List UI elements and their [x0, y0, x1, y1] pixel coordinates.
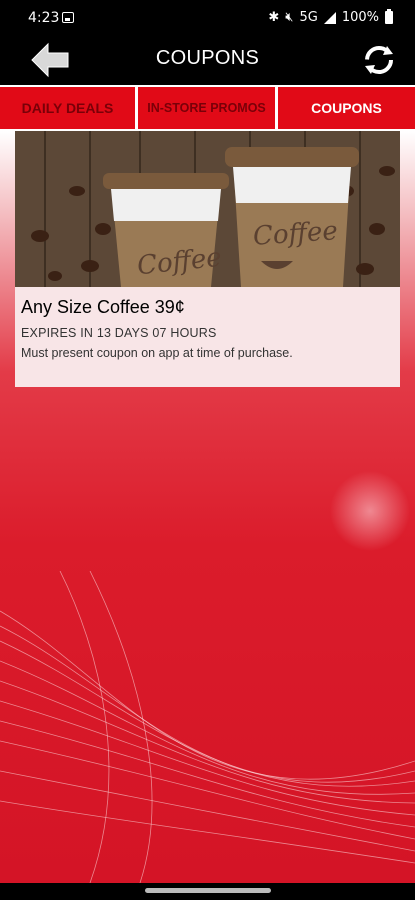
home-indicator[interactable] — [145, 888, 271, 893]
tab-in-store-promos[interactable]: IN-STORE PROMOS — [138, 87, 275, 129]
coupon-image: Coffee Coffee — [15, 131, 400, 287]
content-area: Coffee Coffee Any Size Coffee 39¢ EXPIRE… — [0, 131, 415, 883]
refresh-icon — [365, 46, 393, 74]
coupon-title: Any Size Coffee 39¢ — [21, 297, 185, 317]
tab-in-store-promos-label: IN-STORE PROMOS — [147, 101, 266, 115]
status-bar: 4:23 ✱ 🔇︎ 5G 100% — [0, 0, 415, 36]
system-nav-bar — [0, 883, 415, 900]
coupon-card[interactable]: Coffee Coffee Any Size Coffee 39¢ EXPIRE… — [15, 131, 400, 387]
tab-coupons[interactable]: COUPONS — [278, 87, 415, 129]
status-indicators: ✱ 🔇︎ 5G 100% — [268, 9, 393, 25]
status-time: 4:23 — [28, 10, 60, 26]
mute-icon: 🔇︎ — [285, 10, 294, 25]
tab-bar: DAILY DEALS IN-STORE PROMOS COUPONS — [0, 85, 415, 131]
refresh-button[interactable] — [359, 40, 399, 80]
app-header: COUPONS — [0, 36, 415, 85]
cup-right-text: Coffee — [252, 216, 339, 252]
page-title: COUPONS — [155, 47, 260, 69]
signal-icon — [323, 11, 336, 24]
battery-icon — [385, 9, 393, 24]
tab-daily-deals[interactable]: DAILY DEALS — [0, 87, 135, 129]
bluetooth-icon: ✱ — [268, 10, 280, 25]
tab-coupons-label: COUPONS — [311, 100, 382, 116]
coupon-note: Must present coupon on app at time of pu… — [21, 346, 293, 360]
wave-background — [0, 571, 415, 883]
image-icon — [62, 12, 74, 23]
tab-daily-deals-label: DAILY DEALS — [21, 100, 114, 116]
network-label: 5G — [299, 10, 318, 25]
coupon-expiry: EXPIRES IN 13 DAYS 07 HOURS — [21, 326, 217, 340]
battery-percent: 100% — [341, 10, 379, 25]
